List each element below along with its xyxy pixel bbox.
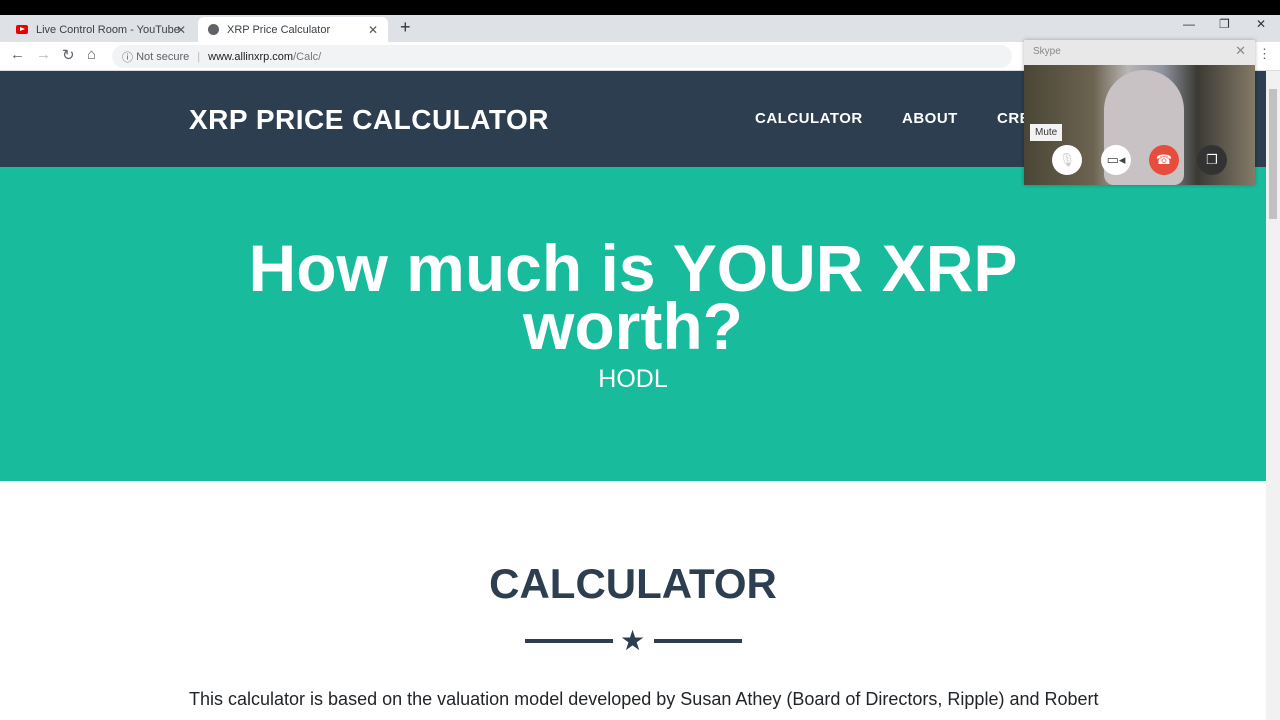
url-path: /Calc/ [293, 50, 322, 63]
mute-button[interactable]: 🎙 [1052, 145, 1082, 175]
close-icon[interactable]: ✕ [1235, 43, 1246, 59]
camera-icon: ▭◂ [1106, 152, 1126, 167]
info-icon[interactable]: ⓘ [122, 49, 136, 65]
security-label[interactable]: Not secure [136, 51, 189, 63]
scrollbar-thumb[interactable] [1269, 89, 1277, 219]
hero-title: How much is YOUR XRP worth? [248, 231, 1018, 363]
new-tab-button[interactable]: + [400, 17, 411, 38]
tab-title: XRP Price Calculator [227, 23, 331, 36]
home-icon[interactable]: ⌂ [87, 46, 96, 63]
close-tab-icon[interactable]: ✕ [176, 23, 186, 37]
tab-title: Live Control Room - YouTube [36, 23, 180, 36]
url-input[interactable]: ⓘ Not secure | www.allinxrp.com/Calc/ [112, 45, 1012, 68]
nav-calculator[interactable]: CALCULATOR [755, 110, 863, 127]
url-host: www.allinxrp.com [208, 50, 294, 63]
restore-window-icon: ❐ [1206, 152, 1218, 167]
youtube-icon [16, 25, 28, 34]
section-title: CALCULATOR [489, 560, 777, 607]
mute-tooltip: Mute [1030, 124, 1063, 141]
scrollbar[interactable] [1266, 71, 1280, 720]
window-close-button[interactable]: ✕ [1256, 17, 1266, 31]
popout-button[interactable]: ❐ [1197, 145, 1227, 175]
back-icon[interactable]: ← [10, 46, 25, 63]
intro-paragraph: This calculator is based on the valuatio… [189, 689, 1099, 709]
tab-youtube[interactable]: Live Control Room - YouTube ✕ [6, 17, 196, 42]
menu-icon[interactable]: ⋮ [1258, 46, 1271, 62]
microphone-icon: 🎙 [1058, 152, 1076, 167]
restore-button[interactable]: ❐ [1219, 17, 1230, 31]
hang-up-button[interactable]: ☎ [1149, 145, 1179, 175]
star-divider: ★ [525, 625, 742, 656]
phone-hangup-icon: ☎ [1155, 152, 1173, 167]
video-button[interactable]: ▭◂ [1101, 145, 1131, 175]
star-icon: ★ [620, 625, 646, 656]
hero-section: How much is YOUR XRP worth? HODL [0, 167, 1266, 481]
forward-icon[interactable]: → [36, 46, 51, 63]
hero-subtitle: HODL [598, 365, 668, 393]
skype-title: Skype [1033, 46, 1061, 57]
screen-top-bar [0, 0, 1280, 15]
globe-icon [208, 24, 219, 35]
site-brand[interactable]: XRP PRICE CALCULATOR [189, 104, 549, 136]
close-tab-icon[interactable]: ✕ [368, 23, 378, 37]
reload-icon[interactable]: ↻ [62, 46, 75, 64]
skype-call-window[interactable]: Skype ✕ 🎙 ▭◂ ☎ ❐ [1024, 40, 1255, 185]
nav-about[interactable]: ABOUT [902, 110, 958, 127]
tab-xrp-calculator[interactable]: XRP Price Calculator ✕ [198, 17, 388, 42]
minimize-button[interactable]: — [1183, 17, 1195, 31]
tab-strip: Live Control Room - YouTube ✕ XRP Price … [0, 15, 1280, 42]
